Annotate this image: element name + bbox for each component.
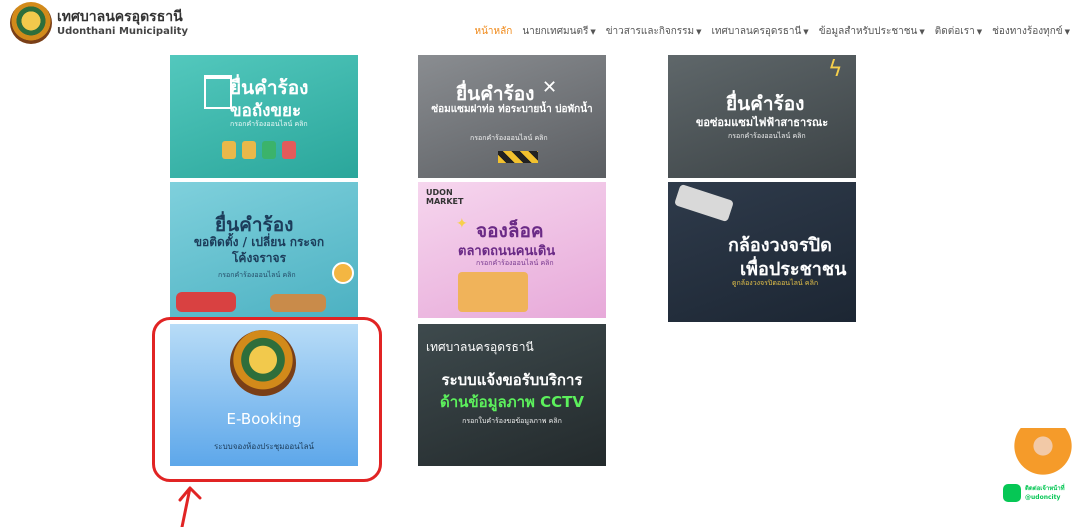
- tile-public-cctv[interactable]: กล้องวงจรปิด เพื่อประชาชน ดูกล้องวงจรปิด…: [668, 182, 856, 322]
- market-stall-illustration: [458, 272, 528, 312]
- chat-line1: ติดต่อเจ้าหน้าที่: [1025, 485, 1065, 492]
- nav-home[interactable]: หน้าหลัก: [474, 24, 512, 39]
- line-chat-widget[interactable]: ติดต่อเจ้าหน้าที่ @udoncity: [1003, 484, 1075, 504]
- nav-municipality[interactable]: เทศบาลนครอุดรธานี ▼: [712, 24, 809, 39]
- chat-mascot-avatar[interactable]: [1013, 428, 1073, 488]
- main-nav: หน้าหลัก นายกเทศมนตรี ▼ ข่าวสารและกิจกรรม…: [474, 24, 1070, 39]
- trash-bin-icon: [204, 75, 232, 109]
- tile-mirror-caption: กรอกคำร้องออนไลน์ คลิก: [218, 271, 296, 279]
- traffic-mirror-icon: [332, 262, 354, 284]
- tile-drain-caption: กรอกคำร้องออนไลน์ คลิก: [470, 134, 548, 142]
- chat-line2: @udoncity: [1025, 494, 1061, 501]
- tile-market-caption: กรอกคำร้องออนไลน์ คลิก: [476, 259, 554, 267]
- car-illustration: [270, 294, 326, 312]
- brand-title-thai[interactable]: เทศบาลนครอุดรธานี: [57, 6, 183, 28]
- tile-cctv-caption: ดูกล้องวงจรปิดออนไลน์ คลิก: [732, 279, 819, 287]
- lightning-icon: ϟ: [828, 57, 843, 82]
- brand-title-english[interactable]: Udonthani Municipality: [57, 26, 188, 37]
- tile-market-booking[interactable]: UDON MARKET จองล็อค ✦ ตลาดถนนคนเดิน กรอก…: [418, 182, 606, 318]
- highlight-arrow-icon: [178, 486, 202, 527]
- nav-public-info-label: ข้อมูลสำหรับประชาชน: [818, 26, 918, 37]
- chevron-down-icon: ▼: [696, 28, 702, 36]
- barrier-illustration: [498, 151, 538, 163]
- cctv-camera-icon: [673, 183, 735, 223]
- nav-contact-label: ติดต่อเรา: [934, 26, 975, 37]
- car-illustration: [176, 292, 236, 312]
- chevron-down-icon: ▼: [1064, 28, 1070, 36]
- udon-market-logo: UDON MARKET: [426, 188, 464, 206]
- line-chat-icon: [1003, 484, 1021, 502]
- tile-mirror-line2: ขอติดตั้ง / เปลี่ยน กระจกโค้งจราจร: [193, 235, 325, 265]
- nav-contact[interactable]: ติดต่อเรา ▼: [935, 24, 982, 39]
- chevron-down-icon: ▼: [919, 28, 925, 36]
- wrench-icon: ✕: [542, 77, 558, 98]
- tile-cctv-req-line2: ด้านข้อมูลภาพ CCTV: [439, 393, 585, 411]
- tile-street-light-repair-request[interactable]: ยื่นคำร้อง ขอซ่อมแซมไฟฟ้าสาธารณะ กรอกคำร…: [668, 55, 856, 178]
- tile-garbage-bin-request[interactable]: ยื่นคำร้อง ขอถังขยะ กรอกคำร้องออนไลน์ คล…: [170, 55, 358, 178]
- nav-public-info[interactable]: ข้อมูลสำหรับประชาชน ▼: [819, 24, 925, 39]
- tile-cctv-req-org: เทศบาลนครอุดรธานี: [426, 340, 534, 354]
- sparkle-icon: ✦: [456, 216, 468, 232]
- tile-drain-line2: ซ่อมแซมฝาท่อ ท่อระบายน้ำ บ่อพักน้ำ: [431, 104, 593, 115]
- line-chat-text: ติดต่อเจ้าหน้าที่ @udoncity: [1025, 484, 1065, 502]
- nav-complaints-label: ช่องทางร้องทุกข์: [992, 26, 1063, 37]
- nav-complaints[interactable]: ช่องทางร้องทุกข์ ▼: [992, 24, 1070, 39]
- tile-cctv-req-caption: กรอกใบคำร้องขอข้อมูลภาพ คลิก: [462, 417, 562, 425]
- chevron-down-icon: ▼: [976, 28, 983, 36]
- nav-municipality-label: เทศบาลนครอุดรธานี: [711, 26, 802, 37]
- tile-lights-caption: กรอกคำร้องออนไลน์ คลิก: [728, 132, 806, 140]
- top-navbar: เทศบาลนครอุดรธานี Udonthani Municipality…: [0, 0, 1082, 50]
- nav-home-label: หน้าหลัก: [474, 26, 513, 37]
- highlight-annotation-box: [152, 317, 382, 482]
- nav-news-label: ข่าวสารและกิจกรรม: [605, 26, 695, 37]
- tile-cctv-req-line1: ระบบแจ้งขอรับบริการ: [441, 371, 583, 389]
- tile-lights-line2: ขอซ่อมแซมไฟฟ้าสาธารณะ: [695, 116, 829, 129]
- tile-traffic-mirror-request[interactable]: ยื่นคำร้อง ขอติดตั้ง / เปลี่ยน กระจกโค้ง…: [170, 182, 358, 318]
- chevron-down-icon: ▼: [803, 28, 809, 36]
- nav-mayor-label: นายกเทศมนตรี: [522, 26, 589, 37]
- municipality-logo-icon[interactable]: [10, 2, 52, 44]
- tile-drain-repair-request[interactable]: ยื่นคำร้อง ✕ ซ่อมแซมฝาท่อ ท่อระบายน้ำ บ่…: [418, 55, 606, 178]
- tile-cctv-data-request[interactable]: เทศบาลนครอุดรธานี ระบบแจ้งขอรับบริการ ด้…: [418, 324, 606, 466]
- nav-mayor[interactable]: นายกเทศมนตรี ▼: [522, 24, 595, 39]
- nav-news[interactable]: ข่าวสารและกิจกรรม ▼: [606, 24, 702, 39]
- tile-garbage-caption: กรอกคำร้องออนไลน์ คลิก: [230, 120, 308, 128]
- bins-illustration: [222, 141, 296, 159]
- chevron-down-icon: ▼: [590, 28, 596, 36]
